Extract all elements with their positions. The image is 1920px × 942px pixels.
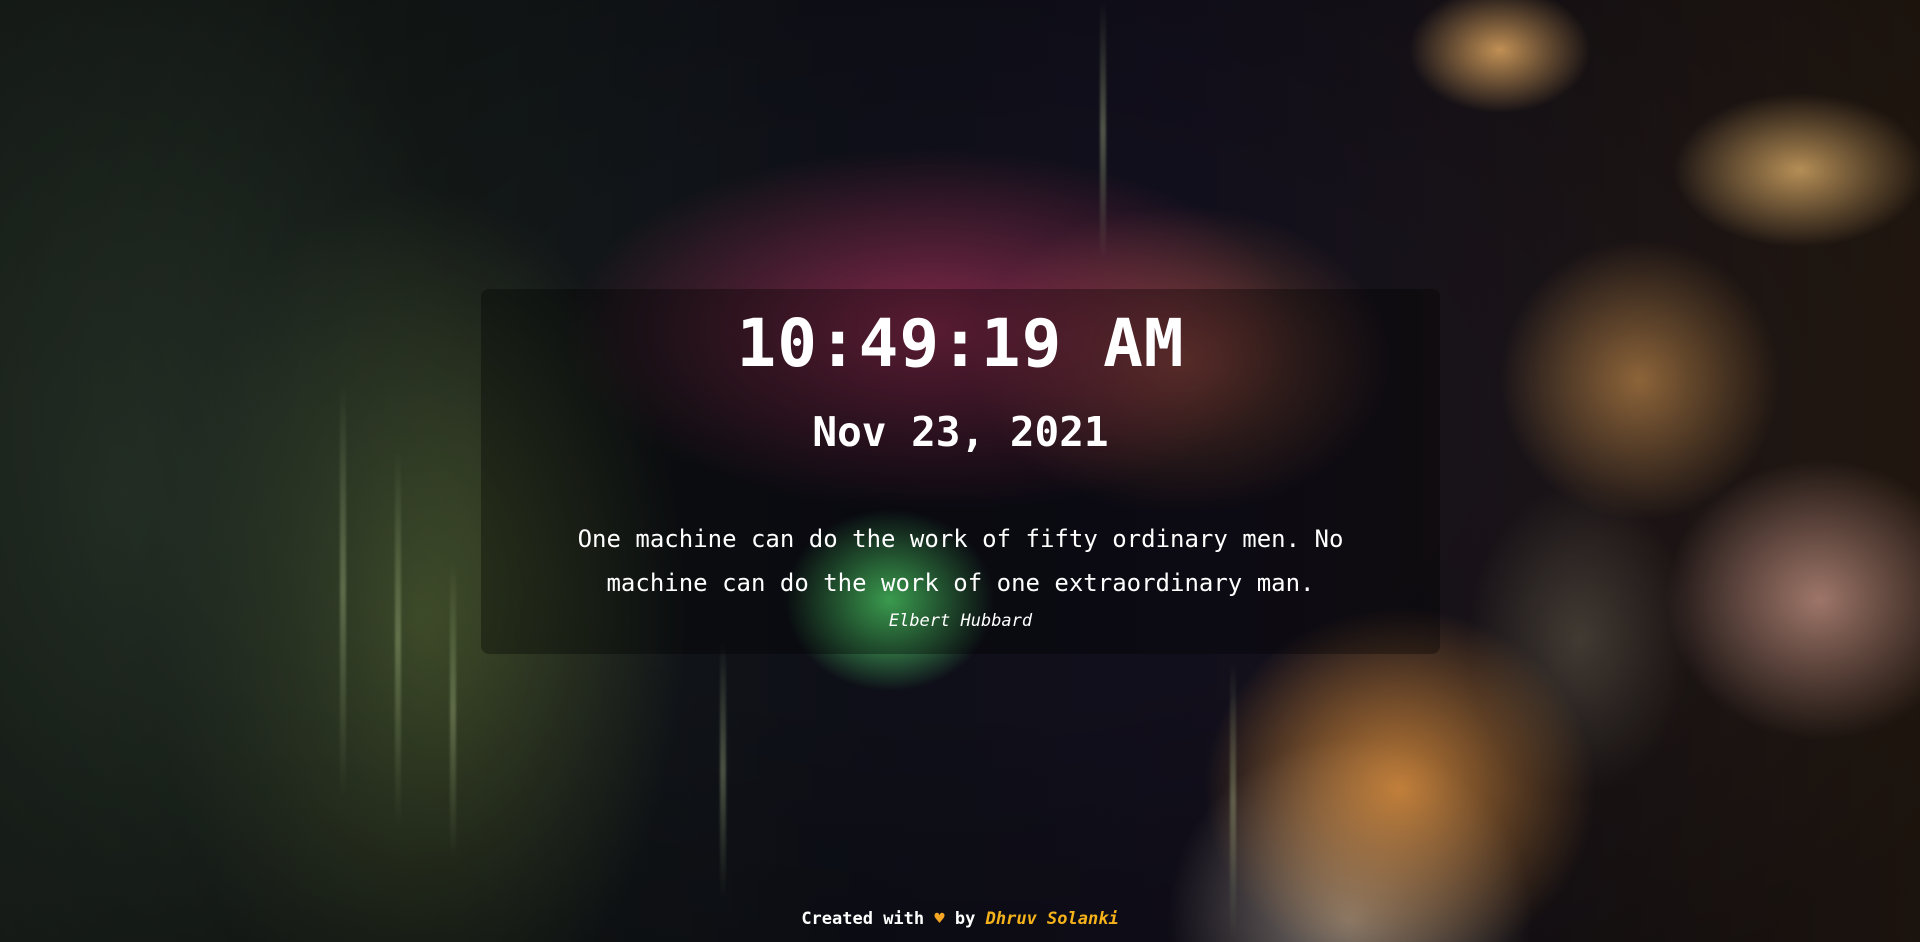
quote-author: Elbert Hubbard [888,611,1033,631]
quote-text: One machine can do the work of fifty ord… [577,525,1344,597]
clock-time: 10:49:19 AM [736,305,1185,382]
clock-date: Nov 23, 2021 [812,408,1109,456]
heart-icon: ♥ [934,909,945,929]
creator-link[interactable]: Dhruv Solanki [986,909,1119,929]
clock-card: 10:49:19 AM Nov 23, 2021 One machine can… [481,289,1440,654]
footer-prefix: Created with [801,909,925,929]
footer-credit: Created with ♥ by Dhruv Solanki [0,911,1920,928]
footer-by: by [954,909,976,929]
